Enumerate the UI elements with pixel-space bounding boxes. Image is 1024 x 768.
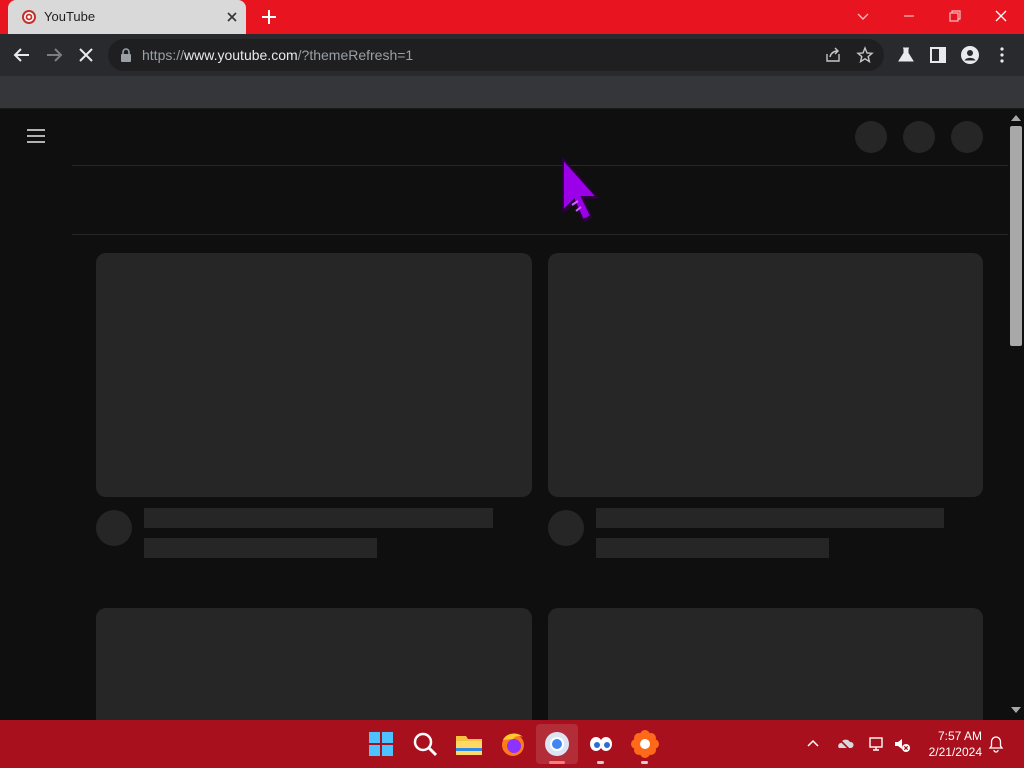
- masthead-divider: [72, 165, 1008, 166]
- masthead-avatar-placeholder: [951, 121, 983, 153]
- notification-bell-icon[interactable]: [987, 735, 1005, 753]
- stop-loading-icon[interactable]: [76, 45, 96, 65]
- browser-toolbar: https://www.youtube.com/?themeRefresh=1: [0, 34, 1024, 76]
- show-hidden-icons-chevron-icon[interactable]: [804, 735, 822, 753]
- chrome-active-indicator: [549, 761, 565, 764]
- eyes-app-running-indicator: [597, 761, 604, 764]
- url-path: /?themeRefresh=1: [297, 47, 414, 63]
- tab-search-chevron-icon[interactable]: [853, 6, 873, 26]
- url-text: https://www.youtube.com/?themeRefresh=1: [142, 47, 413, 63]
- video-title-placeholder: [144, 508, 493, 528]
- share-icon[interactable]: [824, 46, 842, 64]
- labs-flask-icon[interactable]: [896, 45, 916, 65]
- browser-menu-icon[interactable]: [992, 45, 1012, 65]
- clock-date: 2/21/2024: [928, 745, 982, 759]
- eyes-app-icon[interactable]: [585, 728, 617, 760]
- onedrive-icon[interactable]: [836, 735, 854, 753]
- youtube-favicon-icon: [22, 10, 36, 24]
- video-thumbnail-placeholder: [548, 253, 983, 497]
- scrollbar-thumb[interactable]: [1010, 126, 1022, 346]
- video-thumbnail-placeholder: [96, 608, 532, 738]
- youtube-page: [0, 109, 1024, 738]
- url-host: www.youtube.com: [184, 47, 298, 63]
- video-thumbnail-placeholder: [96, 253, 532, 497]
- guide-menu-icon[interactable]: [26, 128, 46, 144]
- tab-strip: YouTube: [0, 0, 1024, 34]
- flower-app-running-indicator: [641, 761, 648, 764]
- back-icon[interactable]: [12, 45, 32, 65]
- side-panel-icon[interactable]: [928, 45, 948, 65]
- forward-icon[interactable]: [44, 45, 64, 65]
- tab-close-icon[interactable]: [224, 9, 240, 25]
- restore-icon[interactable]: [945, 6, 965, 26]
- video-meta-placeholder: [144, 538, 377, 558]
- video-title-placeholder: [596, 508, 944, 528]
- screen: YouTube https://www.youtube.com/?themeRe…: [0, 0, 1024, 768]
- profile-icon[interactable]: [960, 45, 980, 65]
- bookmark-star-icon[interactable]: [856, 46, 874, 64]
- lock-icon[interactable]: [120, 48, 132, 62]
- network-icon[interactable]: [868, 735, 886, 753]
- windows-taskbar: 7:57 AM 2/21/2024: [0, 720, 1024, 768]
- start-icon[interactable]: [365, 728, 397, 760]
- masthead-button-placeholder: [855, 121, 887, 153]
- channel-avatar-placeholder: [96, 510, 132, 546]
- new-tab-icon[interactable]: [260, 8, 278, 26]
- scroll-up-arrow-icon[interactable]: [1011, 115, 1021, 121]
- system-clock[interactable]: 7:57 AM 2/21/2024: [918, 728, 982, 760]
- video-thumbnail-placeholder: [548, 608, 983, 738]
- address-bar[interactable]: https://www.youtube.com/?themeRefresh=1: [108, 39, 884, 71]
- scroll-down-arrow-icon[interactable]: [1011, 707, 1021, 713]
- volume-muted-icon[interactable]: [893, 735, 911, 753]
- url-scheme: https://: [142, 47, 185, 63]
- tab-title: YouTube: [44, 9, 96, 24]
- mouse-cursor-icon: [562, 157, 600, 222]
- channel-avatar-placeholder: [548, 510, 584, 546]
- clock-time: 7:57 AM: [937, 729, 982, 743]
- flower-app-icon[interactable]: [629, 728, 661, 760]
- close-window-icon[interactable]: [991, 6, 1011, 26]
- minimize-icon[interactable]: [899, 6, 919, 26]
- chips-divider: [72, 234, 1008, 235]
- file-explorer-icon[interactable]: [453, 728, 485, 760]
- tab-youtube[interactable]: YouTube: [8, 0, 246, 34]
- search-icon[interactable]: [409, 728, 441, 760]
- firefox-icon[interactable]: [497, 728, 529, 760]
- chrome-icon[interactable]: [541, 728, 573, 760]
- bookmarks-bar: [0, 76, 1024, 109]
- masthead-button-placeholder: [903, 121, 935, 153]
- video-meta-placeholder: [596, 538, 829, 558]
